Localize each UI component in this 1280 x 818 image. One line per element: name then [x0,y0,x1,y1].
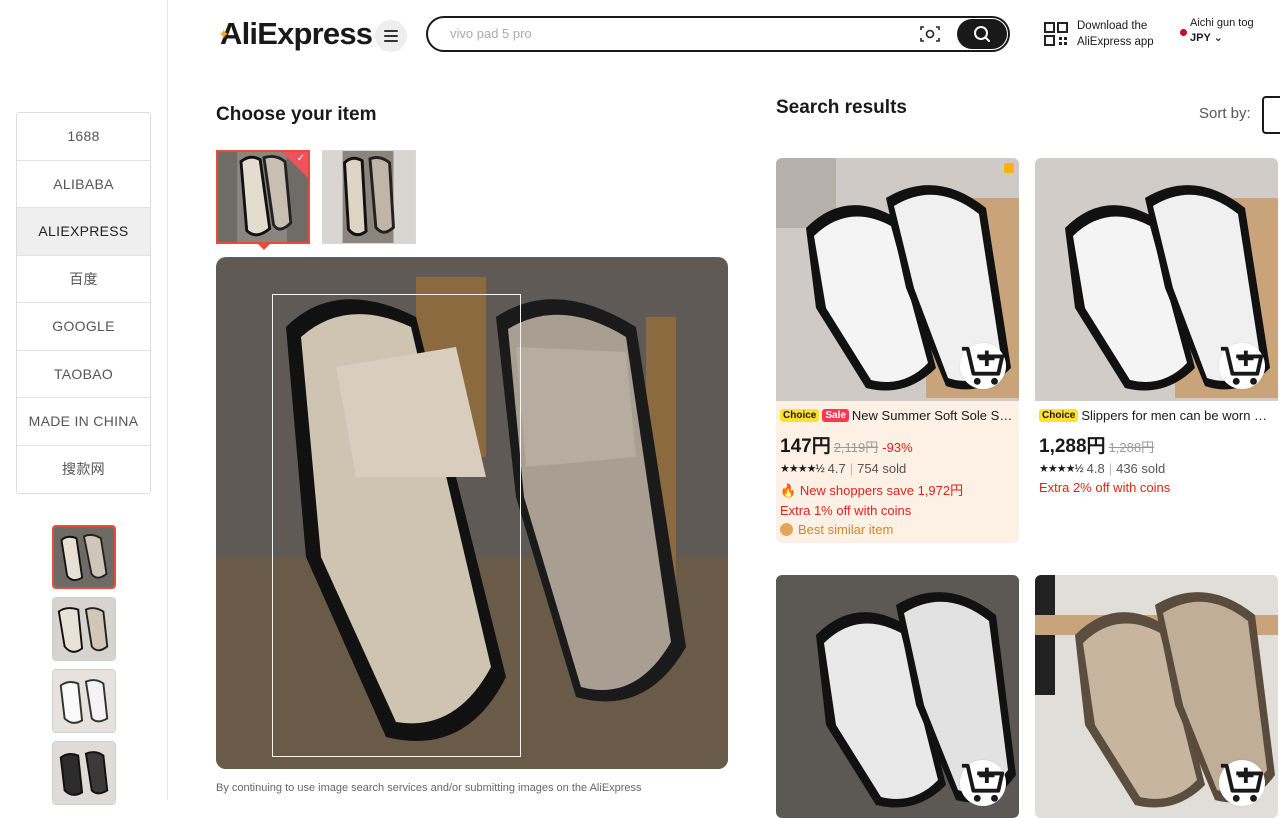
crop-selection-box[interactable] [272,294,521,757]
search-button[interactable] [957,19,1007,49]
cart-add-icon [961,346,1005,385]
discount: -93% [882,440,913,455]
best-similar-label: Best similar item [798,522,894,537]
original-price: 2,119円 [833,440,879,455]
original-price: 1,288円 [1108,440,1155,455]
flame-icon: 🔥 [780,483,797,498]
engine-made-in-china[interactable]: MADE IN CHINA [17,398,150,446]
search-results-title: Search results [776,97,907,118]
logo-text: AliExpress [220,16,373,51]
product-info: Choice Sale New Summer Soft Sole Slipper… [776,401,1019,543]
history-thumb[interactable] [52,597,116,661]
best-similar: Best similar item [780,522,1015,537]
sold-count: 754 sold [857,461,907,476]
choose-item-title: Choose your item [216,104,377,125]
app-download-line1: Download the [1077,20,1148,32]
choice-badge: Choice [1039,408,1079,422]
app-download-line2: AliExpress app [1077,36,1154,48]
sort-label: Sort by: [1199,105,1251,122]
search-icon [974,26,990,42]
product-image[interactable] [1035,158,1278,401]
cart-add-icon [1220,346,1264,385]
selected-caret [258,244,270,250]
history-thumb[interactable] [52,741,116,805]
history-thumb[interactable] [52,525,116,589]
store-badge-icon [1004,163,1014,173]
product-image[interactable] [776,575,1019,818]
product-card[interactable] [1035,575,1278,818]
product-image[interactable] [1035,575,1278,818]
rating-value: 4.7 [827,461,846,476]
logo-star-icon: ✦ [218,26,230,42]
price-line: 1,288円 1,288円 [1039,431,1274,458]
image-search-icon[interactable] [920,25,940,43]
coins-promo: Extra 1% off with coins [780,503,912,518]
history-thumb[interactable] [52,669,116,733]
product-title: New Summer Soft Sole Slippers [851,407,1015,423]
sale-badge: Sale [822,408,849,422]
locale-location: Aichi gun tog [1190,17,1254,29]
search-input[interactable] [450,26,890,41]
product-image[interactable] [776,158,1019,401]
product-card[interactable] [776,575,1019,818]
app-download-link[interactable]: Download the AliExpress app [1044,18,1154,50]
flag-icon [1180,29,1187,36]
add-to-cart-button[interactable] [1219,760,1265,806]
cart-add-icon [1220,763,1264,802]
engine-sidebar: 1688 ALIBABA ALIEXPRESS 百度 GOOGLE TAOBAO… [0,0,168,805]
thumbs-up-icon [780,523,793,536]
price: 147円 [780,436,831,457]
disclaimer-text: By continuing to use image search servic… [216,782,642,794]
search-bar [426,16,1010,52]
product-card[interactable]: Choice Slippers for men can be worn outs… [1035,158,1278,501]
locale-currency: JPY [1190,32,1211,44]
star-rating-icon: ★★★★½ [1039,463,1084,475]
engine-aliexpress[interactable]: ALIEXPRESS [17,208,150,256]
engine-1688[interactable]: 1688 [17,113,150,161]
sold-count: 436 sold [1116,461,1166,476]
new-shopper-promo: 🔥 New shoppers save 1,972円 [780,480,1015,499]
engine-google[interactable]: GOOGLE [17,303,150,351]
price-line: 147円 2,119円 -93% [780,431,1015,458]
history-thumbnails [52,525,116,813]
cart-add-icon [961,763,1005,802]
chevron-down-icon: ⌄ [1213,32,1223,44]
star-rating-icon: ★★★★½ [780,463,825,475]
separator: | [849,461,854,476]
engine-list: 1688 ALIBABA ALIEXPRESS 百度 GOOGLE TAOBAO… [16,112,151,494]
add-to-cart-button[interactable] [960,760,1006,806]
hamburger-icon [384,30,398,42]
product-title: Slippers for men can be worn outside [1081,407,1274,423]
price: 1,288円 [1039,436,1106,457]
product-card[interactable]: Choice Sale New Summer Soft Sole Slipper… [776,158,1019,543]
product-title-line[interactable]: Choice Slippers for men can be worn outs… [1039,405,1274,425]
add-to-cart-button[interactable] [1219,343,1265,389]
top-header: ✦ AliExpress Download the AliExpress app… [168,0,1280,72]
aliexpress-logo[interactable]: ✦ AliExpress [218,16,373,52]
rating-line: ★★★★½ 4.8 | 436 sold [1039,461,1274,476]
promo-text-1: New shoppers save 1,972円 [799,483,964,498]
rating-line: ★★★★½ 4.7 | 754 sold [780,461,1015,476]
engine-soukuanwang[interactable]: 搜款网 [17,446,150,494]
sort-dropdown[interactable] [1262,96,1280,134]
choice-badge: Choice [780,408,820,422]
product-title-line[interactable]: Choice Sale New Summer Soft Sole Slipper… [780,405,1015,425]
engine-alibaba[interactable]: ALIBABA [17,161,150,208]
engine-taobao[interactable]: TAOBAO [17,351,150,398]
product-info: Choice Slippers for men can be worn outs… [1035,401,1278,501]
uploaded-image[interactable] [216,257,728,769]
check-icon: ✓ [296,153,305,164]
detected-item-thumb[interactable] [322,150,416,244]
locale-selector[interactable]: Aichi gun tog JPY ⌄ [1180,17,1254,44]
add-to-cart-button[interactable] [960,343,1006,389]
rating-value: 4.8 [1086,461,1105,476]
detected-item-thumb[interactable]: ✓ [216,150,310,244]
coins-promo: Extra 2% off with coins [1039,480,1171,495]
engine-baidu[interactable]: 百度 [17,256,150,303]
separator: | [1108,461,1113,476]
category-menu-button[interactable] [375,20,407,52]
qr-code-icon [1044,22,1068,46]
